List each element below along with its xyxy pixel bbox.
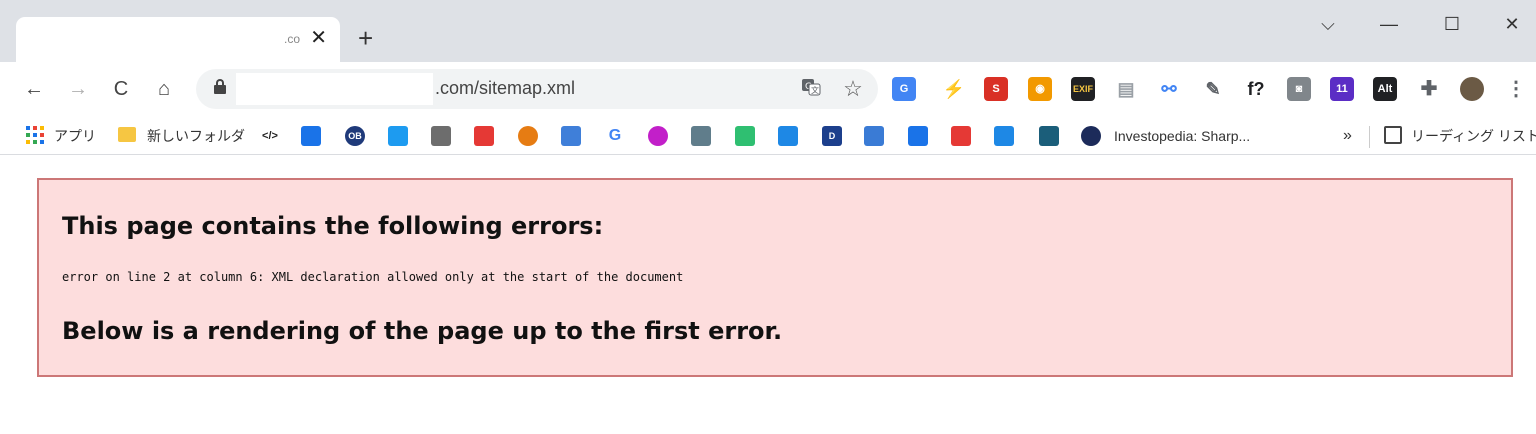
trend-bookmark-icon[interactable] — [864, 126, 884, 146]
code-bookmark-icon[interactable]: </> — [260, 126, 280, 146]
bookmarks-divider — [1369, 126, 1370, 148]
google-bookmark-icon[interactable]: G — [605, 126, 625, 146]
investopedia-bookmark-icon[interactable] — [1081, 126, 1101, 146]
tab-strip: .co ✕ + ⌵ — ☐ ✕ — [0, 0, 1536, 62]
exif-ext-icon[interactable]: EXIF — [1071, 77, 1095, 101]
coin-bookmark-icon[interactable] — [518, 126, 538, 146]
star-icon[interactable]: ☆ — [841, 77, 865, 101]
minimize-button[interactable]: — — [1374, 11, 1404, 37]
orange-ext-icon[interactable]: ◉ — [1028, 77, 1052, 101]
apps-grid-icon[interactable] — [26, 126, 44, 144]
alt-ext-icon[interactable]: Alt — [1373, 77, 1397, 101]
back-button[interactable]: ← — [20, 74, 48, 104]
url-redacted-region — [236, 73, 433, 105]
font-ext-icon[interactable]: f? — [1244, 77, 1268, 101]
grad-cap-ext-icon[interactable]: 11 — [1330, 77, 1354, 101]
bookmark-investopedia[interactable]: Investopedia: Sharp... — [1114, 125, 1250, 147]
error-message: error on line 2 at column 6: XML declara… — [62, 270, 684, 284]
camera-ext-icon[interactable]: ◙ — [1287, 77, 1311, 101]
eyedropper-ext-icon[interactable]: ✎ — [1201, 77, 1225, 101]
lock-icon[interactable] — [214, 79, 226, 95]
google-translate-ext-icon[interactable]: G — [892, 77, 916, 101]
bolt-ext-icon[interactable]: ⚡ — [942, 77, 966, 101]
reading-list-button[interactable]: リーディング リスト — [1411, 125, 1536, 147]
seo-ext-icon[interactable]: S — [984, 77, 1008, 101]
xml-error-box: This page contains the following errors:… — [37, 178, 1513, 377]
bookmark-apps[interactable]: アプリ — [54, 125, 96, 147]
landscape-bookmark-icon[interactable] — [431, 126, 451, 146]
maximize-button[interactable]: ☐ — [1437, 11, 1467, 37]
d-bookmark-icon[interactable]: D — [822, 126, 842, 146]
ob-bookmark-icon[interactable]: OB — [345, 126, 365, 146]
network-bookmark-icon[interactable] — [778, 126, 798, 146]
menu-icon[interactable]: ⋮ — [1504, 77, 1528, 101]
tab-search-icon[interactable]: ⌵ — [1313, 11, 1343, 37]
twitter-bookmark-icon[interactable] — [388, 126, 408, 146]
profile-avatar[interactable] — [1460, 77, 1484, 101]
purple-circle-bookmark-icon[interactable] — [648, 126, 668, 146]
error-heading: This page contains the following errors: — [62, 212, 604, 240]
tab-active[interactable]: .co ✕ — [16, 17, 340, 62]
address-bar[interactable]: .com/sitemap.xml G文 ☆ — [196, 69, 878, 109]
bookmark-folder[interactable]: 新しいフォルダ — [147, 125, 245, 147]
reload-button[interactable]: C — [107, 74, 135, 104]
translate-icon[interactable]: G文 — [799, 77, 823, 101]
error-footer: Below is a rendering of the page up to t… — [62, 317, 783, 345]
bars-bookmark-icon[interactable] — [994, 126, 1014, 146]
reading-list-icon[interactable] — [1384, 126, 1402, 144]
chart-bookmark-icon[interactable] — [301, 126, 321, 146]
cloud-bookmark-icon[interactable] — [908, 126, 928, 146]
robot-bookmark-icon[interactable] — [691, 126, 711, 146]
pixel-bookmark-icon[interactable] — [561, 126, 581, 146]
puzzle-icon[interactable]: ✚ — [1417, 77, 1441, 101]
forward-button[interactable]: → — [64, 74, 92, 104]
bird-bookmark-icon[interactable] — [735, 126, 755, 146]
folder-icon[interactable] — [118, 127, 136, 142]
bookmarks-bar: アプリ 新しいフォルダ </> OB G D Investopedia: Sharp.… — [0, 117, 1536, 155]
notes-ext-icon[interactable]: ▤ — [1114, 77, 1138, 101]
flower-bookmark-icon[interactable] — [474, 126, 494, 146]
close-window-button[interactable]: ✕ — [1497, 11, 1527, 37]
bookmarks-overflow-button[interactable]: » — [1343, 125, 1352, 147]
browser-window: .co ✕ + ⌵ — ☐ ✕ ← → C ⌂ .com/sitemap.xml… — [0, 0, 1536, 434]
link-ext-icon[interactable]: ⚯ — [1157, 77, 1181, 101]
tab-close-icon[interactable]: ✕ — [310, 26, 327, 50]
tab-title: .co — [283, 32, 300, 46]
svg-text:文: 文 — [811, 85, 819, 95]
arrow-up-bookmark-icon[interactable] — [951, 126, 971, 146]
pulse-bookmark-icon[interactable] — [1039, 126, 1059, 146]
new-tab-button[interactable]: + — [358, 25, 373, 51]
home-button[interactable]: ⌂ — [150, 74, 178, 104]
toolbar: ← → C ⌂ .com/sitemap.xml G文 ☆ G ⚡ S ◉ EXIF ▤ ⚯… — [0, 62, 1536, 117]
url-text[interactable]: .com/sitemap.xml — [435, 78, 575, 99]
